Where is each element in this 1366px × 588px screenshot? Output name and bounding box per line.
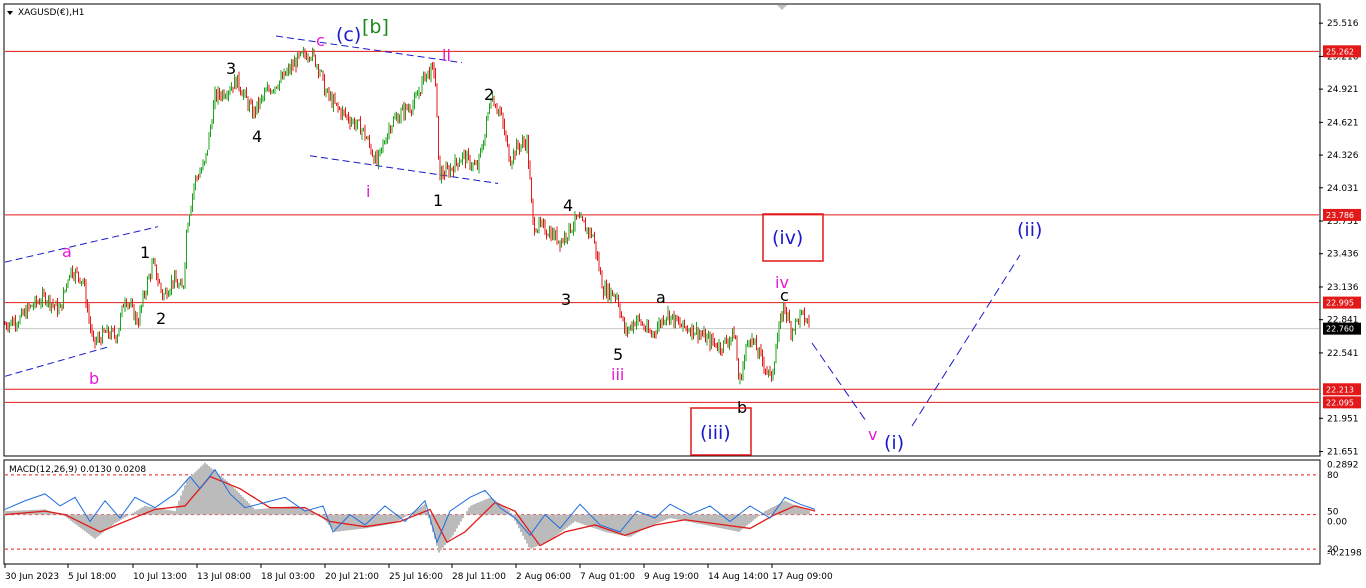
wave-label-b-left: b [89, 369, 99, 388]
price-tick-label: 22.541 [1327, 349, 1359, 359]
wave-label-iii-boxed: (iii) [700, 422, 731, 444]
time-tick-label: 13 Jul 08:00 [197, 572, 251, 582]
wave-label-5: 5 [613, 345, 623, 364]
wave-label-ii-projection: (ii) [1017, 219, 1042, 241]
macd-tick-label: 80 [1327, 471, 1339, 481]
time-tick-label: 9 Aug 19:00 [644, 572, 699, 582]
wave-label-c-right: c [780, 286, 789, 305]
time-tick-label: 7 Aug 01:00 [580, 572, 635, 582]
level-badge-label: 22.995 [1326, 299, 1354, 308]
wave-label-i: i [366, 182, 370, 201]
time-tick-label: 28 Jul 11:00 [452, 572, 506, 582]
wave-label-1-left: 1 [140, 243, 150, 262]
wave-label-4-mid: 4 [563, 196, 573, 215]
price-tick-label: 24.621 [1327, 118, 1359, 128]
macd-tick-label: -0.2198 [1327, 549, 1362, 559]
wave-label-i-projection: (i) [884, 432, 904, 454]
macd-title: MACD(12,26,9) 0.0130 0.0208 [9, 465, 146, 475]
time-tick-label: 17 Aug 09:00 [772, 572, 833, 582]
price-panel[interactable] [3, 3, 1321, 457]
time-tick-label: 5 Jul 18:00 [68, 572, 117, 582]
wave-label-v-projection: v [868, 425, 877, 444]
macd-tick-label: 0.00 [1327, 518, 1347, 528]
level-badge-label: 22.095 [1326, 398, 1354, 407]
price-tick-label: 21.651 [1327, 448, 1359, 458]
price-tick-label: 21.951 [1327, 414, 1359, 424]
level-badge-label: 22.213 [1326, 385, 1354, 394]
time-tick-label: 2 Aug 06:00 [516, 572, 571, 582]
price-tick-label: 24.326 [1327, 151, 1359, 161]
price-tick-label: 23.436 [1327, 250, 1359, 260]
macd-tick-label: 50 [1327, 508, 1339, 518]
macd-tick-label: 0.2892 [1327, 460, 1359, 470]
time-tick-label: 25 Jul 16:00 [389, 572, 443, 582]
current-price-label: 22.760 [1326, 325, 1354, 334]
wave-label-a-right: a [656, 288, 666, 307]
wave-label-2-mid: 2 [484, 85, 494, 104]
wave-label-paren-c: (c) [336, 24, 361, 46]
wave-label-3-top: 3 [226, 59, 236, 78]
wave-label-a-left: a [62, 242, 72, 261]
chart: XAGUSD(€),H1 MACD(12,26,9) 0.0130 0.0208… [3, 3, 1362, 582]
wave-label-4-top: 4 [252, 127, 262, 146]
price-tick-label: 25.516 [1327, 19, 1359, 29]
symbol-title: XAGUSD(€),H1 [18, 8, 84, 18]
price-tick-label: 24.031 [1327, 184, 1359, 194]
wave-label-2-left: 2 [156, 309, 166, 328]
wave-label-3-mid: 3 [561, 290, 571, 309]
wave-label-1-mid: 1 [433, 191, 443, 210]
time-tick-label: 10 Jul 13:00 [133, 572, 187, 582]
wave-label-c-top: c [316, 31, 325, 50]
level-badge-label: 23.786 [1326, 211, 1354, 220]
time-tick-label: 14 Aug 14:00 [708, 572, 769, 582]
wave-label-iii: iii [611, 365, 624, 384]
wave-label-bracket-b: [b] [362, 16, 389, 38]
time-tick-label: 30 Jun 2023 [5, 572, 59, 582]
wave-label-iv-boxed: (iv) [772, 227, 803, 249]
price-tick-label: 24.921 [1327, 85, 1359, 95]
time-tick-label: 18 Jul 03:00 [261, 572, 315, 582]
time-tick-label: 20 Jul 21:00 [325, 572, 379, 582]
price-tick-label: 23.136 [1327, 283, 1359, 293]
level-badge-label: 25.262 [1326, 47, 1354, 56]
wave-label-ii-top: ii [442, 46, 451, 65]
